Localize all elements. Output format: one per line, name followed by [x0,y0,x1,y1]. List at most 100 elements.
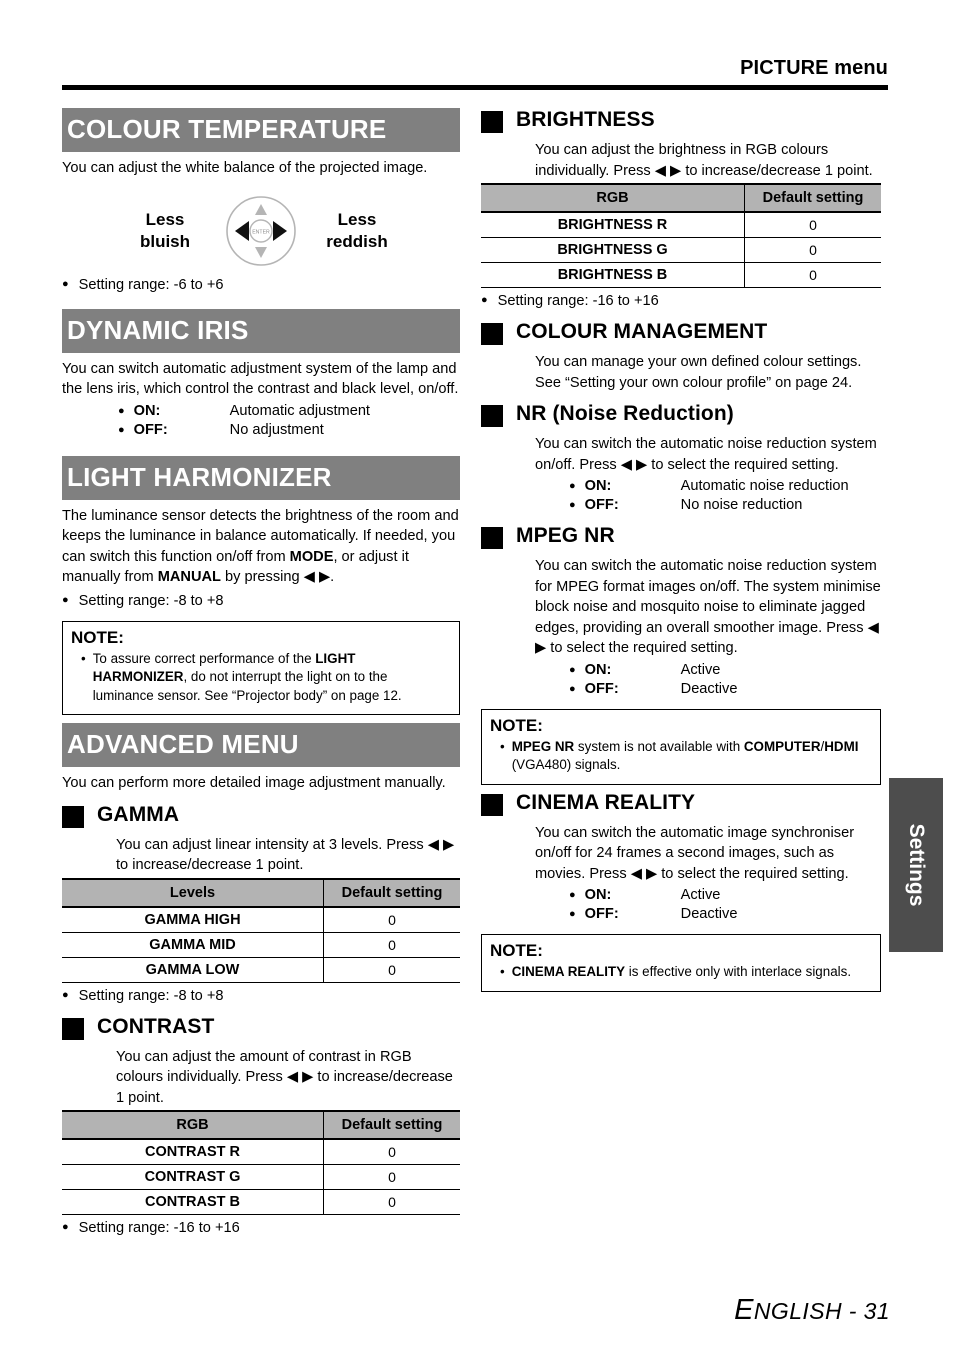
black-square-icon [62,1017,84,1040]
note-item-text: To assure correct performance of the LIG… [93,650,451,706]
section-advanced-menu: ADVANCED MENU You can perform more detai… [62,723,460,1238]
bullet-dot-icon: ● [62,277,69,290]
black-square-icon [481,323,503,345]
option-value: Automatic adjustment [229,402,370,419]
section-dynamic-iris: DYNAMIC IRIS You can switch automatic ad… [62,308,460,440]
subsection-mpeg-nr-body: You can switch the automatic noise reduc… [535,556,881,699]
section-light-harmonizer: LIGHT HARMONIZER The luminance sensor de… [62,455,460,715]
note-box-cinema-reality: NOTE: • CINEMA REALITY is effective only… [481,934,881,992]
note-title: NOTE: [490,715,543,735]
gamma-setting-range: ● Setting range: -8 to +8 [62,986,460,1006]
setting-range-text: Setting range: -6 to +6 [78,276,224,293]
table-row: CONTRAST B 0 [62,1189,460,1215]
subsection-colour-management-body: You can manage your own defined colour s… [535,352,881,393]
section-heading-light-harmonizer: LIGHT HARMONIZER [62,455,460,500]
footer-separator: - [841,1298,864,1324]
subsection-brightness-heading: BRIGHTNESS [481,108,881,133]
contrast-table: RGB Default setting CONTRAST R 0 CONTRAS… [62,1110,460,1215]
table-row: BRIGHTNESS R 0 [481,212,881,238]
subsection-brightness-body: You can adjust the brightness in RGB col… [535,140,881,181]
footer-page-number: 31 [863,1298,890,1324]
table-cell-value: 0 [323,1164,460,1190]
side-tab-label: Settings [905,823,928,907]
contrast-setting-range: ● Setting range: -16 to +16 [62,1218,460,1238]
subsection-cinema-reality-body: You can switch the automatic image synch… [535,823,881,925]
setting-range-text: Setting range: -8 to +8 [78,592,224,609]
note-title: NOTE: [490,941,543,960]
section-colour-temperature: COLOUR TEMPERATURE You can adjust the wh… [62,108,460,295]
option-value: Automatic noise reduction [680,478,849,494]
option-key: OFF: [584,680,619,697]
gamma-table: Levels Default setting GAMMA HIGH 0 GAMM… [62,877,460,983]
bullet-dot-icon: ● [118,404,125,417]
black-square-icon [62,805,84,828]
table-row: GAMMA MID 0 [62,932,460,958]
table-row: GAMMA LOW 0 [62,957,460,983]
svg-text:ENTER: ENTER [252,229,270,235]
subsection-title: COLOUR MANAGEMENT [516,320,768,343]
note-item: • To assure correct performance of the L… [71,650,451,706]
table-header-row: RGB Default setting [481,183,881,213]
table-cell-value: 0 [323,1189,460,1215]
option-key: ON: [584,887,612,903]
table-row: CONTRAST R 0 [62,1139,460,1165]
side-tab-settings[interactable]: Settings [889,778,943,952]
diagram-right-label-line2: reddish [326,231,388,251]
option-key: OFF: [584,497,619,513]
section-heading-dynamic-iris: DYNAMIC IRIS [62,308,460,353]
note-part1: is effective only with interlace signals… [625,964,852,979]
setting-range-text: Setting range: -16 to +16 [78,1220,240,1236]
black-square-icon [481,527,503,549]
table-cell-value: 0 [744,262,881,288]
subsection-colour-management-heading: COLOUR MANAGEMENT [481,320,881,345]
section-heading-advanced-menu: ADVANCED MENU [62,723,460,767]
subsection-title: CINEMA REALITY [516,790,696,814]
bullet-dot-icon: ● [481,294,488,306]
subsection-contrast-heading: CONTRAST [62,1015,460,1040]
option-value: Deactive [680,906,738,922]
table-cell-value: 0 [323,906,460,933]
list-item: ● ON: Active [569,886,881,905]
subsection-cinema-reality-heading: CINEMA REALITY [481,791,881,816]
table-cell-name: BRIGHTNESS G [481,237,745,263]
subsection-title: BRIGHTNESS [516,108,655,131]
right-column: BRIGHTNESS You can adjust the brightness… [481,108,881,998]
lh-part3: by pressing ◀ ▶. [220,569,335,585]
brightness-setting-range: ● Setting range: -16 to +16 [481,291,881,311]
subsection-mpeg-nr-heading: MPEG NR [481,524,881,549]
contrast-body: You can adjust the amount of contrast in… [116,1048,453,1106]
setting-range-text: Setting range: -16 to +16 [497,293,659,309]
section-heading-colour-temperature: COLOUR TEMPERATURE [62,108,460,152]
diagram-left-label-line1: Less [145,209,185,229]
list-item: ● ON: Active [569,661,881,680]
dynamic-iris-body: You can switch automatic adjustment syst… [62,360,459,398]
subsection-nr-heading: NR (Noise Reduction) [481,402,881,427]
table-cell-name: GAMMA LOW [62,957,324,983]
subsection-gamma-body: You can adjust linear intensity at 3 lev… [116,835,460,876]
table-cell-value: 0 [323,1139,460,1165]
bullet-dot-icon: ● [569,889,576,901]
table-cell-name: CONTRAST R [62,1139,324,1165]
table-cell-name: CONTRAST B [62,1189,324,1215]
diagram-left-label-line2: bluish [139,231,191,251]
table-col-header: Default setting [744,183,881,213]
table-cell-name: BRIGHTNESS B [481,262,745,288]
bullet-dot-icon: ● [569,480,576,492]
table-header-row: Levels Default setting [62,877,460,908]
table-row: BRIGHTNESS B 0 [481,262,881,288]
bullet-dot-icon: ● [118,423,125,436]
nr-options: ● ON: Automatic noise reduction ● OFF: N… [569,477,881,515]
option-key: ON: [584,661,612,678]
diagram-right-label-line1: Less [337,209,377,229]
note-part3: (VGA480) signals. [511,757,621,772]
table-cell-name: BRIGHTNESS R [481,212,745,238]
note-bold1: CINEMA REALITY [511,964,626,979]
gamma-body: You can adjust linear intensity at 3 lev… [116,836,455,874]
option-value: Deactive [680,680,738,697]
option-key: OFF: [584,906,619,922]
option-key: OFF: [133,421,168,438]
bullet-dot-icon: ● [62,988,69,1001]
diagram-left-label: Less bluish [111,209,219,253]
list-item: ● OFF: No noise reduction [569,496,881,515]
black-square-icon [481,111,503,133]
